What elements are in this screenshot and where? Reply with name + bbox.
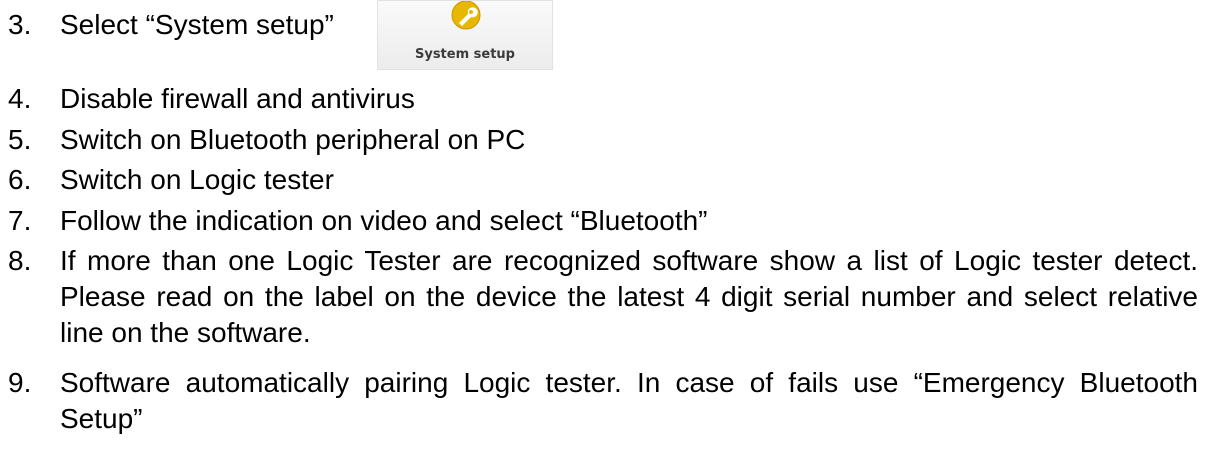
step-number: 3. — [8, 9, 32, 40]
step-text: Switch on Bluetooth peripheral on PC — [60, 124, 526, 155]
step-number: 9. — [8, 367, 32, 398]
step-number: 6. — [8, 164, 32, 195]
document-page: 3. Select “System setup” System setup 4.… — [0, 0, 1212, 464]
system-setup-button[interactable]: System setup — [377, 0, 553, 70]
step-text: Disable firewall and antivirus — [60, 83, 415, 114]
system-setup-label: System setup — [414, 47, 515, 62]
step-number: 8. — [8, 245, 32, 276]
step-number: 4. — [8, 83, 32, 114]
step-text: If more than one Logic Tester are recogn… — [60, 245, 1198, 348]
wrench-icon — [451, 1, 481, 30]
step-text: Software automatically pairing Logic tes… — [60, 367, 1198, 434]
step-text: Switch on Logic tester — [60, 164, 334, 195]
step-text: Select “System setup” — [60, 9, 334, 40]
step-number: 5. — [8, 124, 32, 155]
step-text: Follow the indication on video and selec… — [60, 205, 708, 236]
step-number: 7. — [8, 205, 32, 236]
